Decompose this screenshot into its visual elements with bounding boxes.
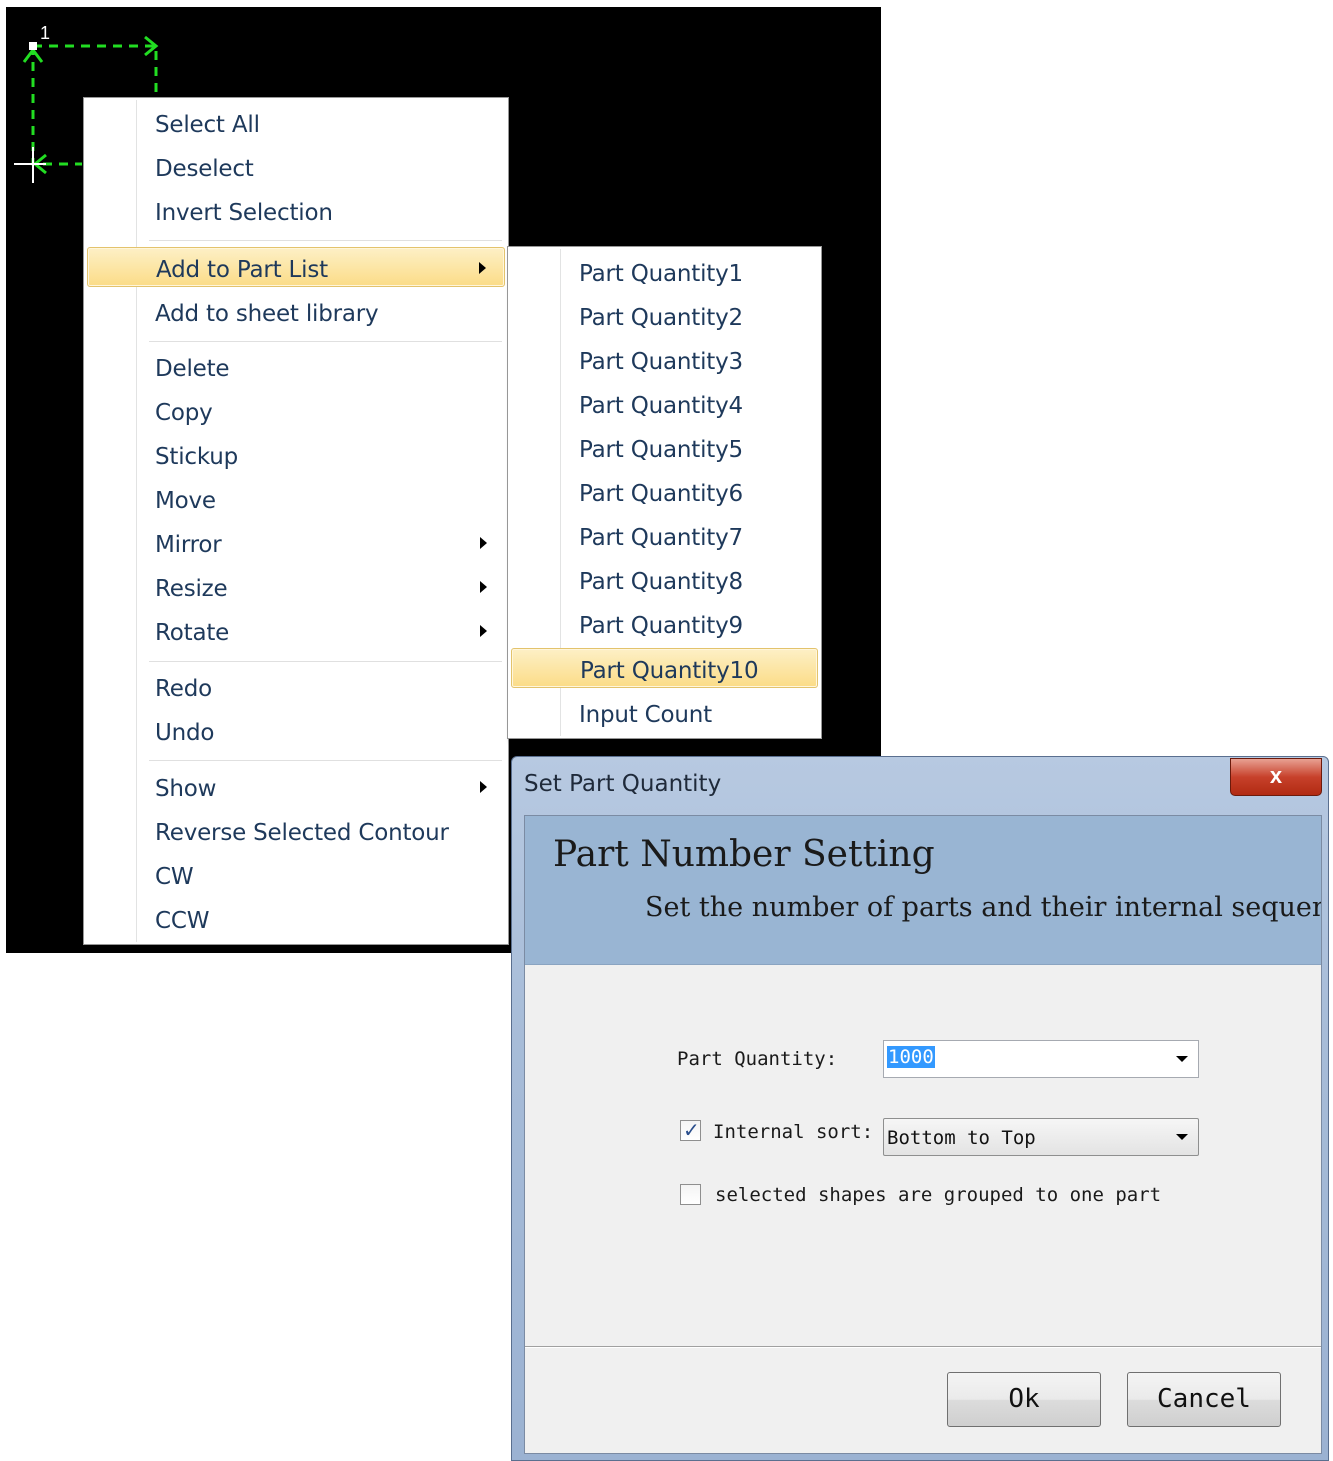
menu-item-deselect[interactable]: Deselect — [87, 147, 505, 187]
context-menu: Select All Deselect Invert Selection Add to… — [83, 97, 509, 945]
part-list-submenu: Part Quantity1 Part Quantity2 Part Quantit… — [507, 246, 822, 739]
menu-item-cw[interactable]: CW — [87, 855, 505, 895]
menu-item-label: Part Quantity1 — [579, 261, 743, 287]
menu-item-copy[interactable]: Copy — [87, 391, 505, 431]
menu-item-rotate[interactable]: Rotate — [87, 611, 505, 651]
menu-item-select-all[interactable]: Select All — [87, 103, 505, 143]
menu-item-label: Part Quantity7 — [579, 525, 743, 551]
internal-sort-label: Internal sort: — [713, 1121, 874, 1143]
header-title: Part Number Setting — [553, 834, 935, 875]
menu-item-label: Part Quantity4 — [579, 393, 743, 419]
menu-item-label: Part Quantity10 — [580, 658, 759, 684]
menu-separator — [149, 760, 502, 762]
dialog-header: Part Number Setting Set the number of pa… — [525, 816, 1321, 965]
header-subtitle: Set the number of parts and their intern… — [645, 892, 1322, 923]
menu-item-delete[interactable]: Delete — [87, 347, 505, 387]
menu-item-label: Select All — [155, 112, 260, 138]
menu-item-mirror[interactable]: Mirror — [87, 523, 505, 563]
menu-item-add-to-sheet-library[interactable]: Add to sheet library — [87, 292, 505, 332]
part-quantity-value: 1000 — [887, 1046, 935, 1068]
part-quantity-label: Part Quantity: — [677, 1048, 838, 1070]
menu-item-ccw[interactable]: CCW — [87, 899, 505, 939]
menu-item-label: Part Quantity2 — [579, 305, 743, 331]
menu-item-label: Delete — [155, 356, 230, 382]
menu-item-label: Resize — [155, 576, 228, 602]
menu-item-label: Redo — [155, 676, 212, 702]
part-quantity-combo[interactable]: 1000 — [883, 1040, 1199, 1078]
menu-item-part-quantity7[interactable]: Part Quantity7 — [511, 516, 818, 556]
menu-item-label: Add to Part List — [156, 257, 328, 283]
dialog-title: Set Part Quantity — [524, 771, 722, 797]
menu-item-add-to-part-list[interactable]: Add to Part List — [87, 247, 505, 287]
menu-item-label: Undo — [155, 720, 215, 746]
menu-item-label: Part Quantity9 — [579, 613, 743, 639]
chevron-right-icon — [480, 625, 487, 637]
chevron-right-icon — [480, 537, 487, 549]
cancel-button[interactable]: Cancel — [1127, 1372, 1281, 1427]
menu-separator — [149, 661, 502, 663]
menu-item-label: Mirror — [155, 532, 222, 558]
grouped-shapes-checkbox[interactable] — [680, 1184, 701, 1205]
footer-divider — [525, 1346, 1321, 1348]
menu-item-show[interactable]: Show — [87, 767, 505, 807]
chevron-right-icon — [480, 581, 487, 593]
menu-item-part-quantity1[interactable]: Part Quantity1 — [511, 252, 818, 292]
menu-item-label: Part Quantity5 — [579, 437, 743, 463]
chevron-down-icon[interactable] — [1176, 1134, 1188, 1140]
ok-button-label: Ok — [1008, 1384, 1040, 1414]
menu-item-label: Move — [155, 488, 216, 514]
menu-item-redo[interactable]: Redo — [87, 667, 505, 707]
menu-item-undo[interactable]: Undo — [87, 711, 505, 751]
menu-item-part-quantity3[interactable]: Part Quantity3 — [511, 340, 818, 380]
internal-sort-checkbox[interactable]: ✓ — [680, 1120, 701, 1142]
menu-item-part-quantity6[interactable]: Part Quantity6 — [511, 472, 818, 512]
menu-item-part-quantity10[interactable]: Part Quantity10 — [511, 648, 818, 688]
grouped-shapes-label: selected shapes are grouped to one part — [715, 1184, 1162, 1206]
menu-item-move[interactable]: Move — [87, 479, 505, 519]
menu-item-label: Add to sheet library — [155, 301, 379, 327]
menu-item-label: Part Quantity3 — [579, 349, 743, 375]
menu-item-label: Rotate — [155, 620, 230, 646]
point-number-label: 1 — [40, 23, 51, 43]
close-button[interactable]: x — [1230, 758, 1322, 796]
checkmark-icon: ✓ — [683, 1120, 700, 1142]
menu-item-invert-selection[interactable]: Invert Selection — [87, 191, 505, 231]
menu-item-part-quantity2[interactable]: Part Quantity2 — [511, 296, 818, 336]
internal-sort-value: Bottom to Top — [887, 1127, 1036, 1149]
menu-item-input-count[interactable]: Input Count — [511, 693, 818, 733]
menu-separator — [149, 341, 502, 343]
ok-button[interactable]: Ok — [947, 1372, 1101, 1427]
dialog-client-area: Part Number Setting Set the number of pa… — [524, 815, 1322, 1454]
menu-item-label: Part Quantity6 — [579, 481, 743, 507]
internal-sort-select[interactable]: Bottom to Top — [883, 1118, 1199, 1156]
chevron-right-icon — [479, 262, 486, 274]
chevron-right-icon — [480, 781, 487, 793]
menu-item-part-quantity9[interactable]: Part Quantity9 — [511, 604, 818, 644]
menu-item-label: Invert Selection — [155, 200, 333, 226]
cancel-button-label: Cancel — [1157, 1384, 1251, 1414]
menu-item-part-quantity4[interactable]: Part Quantity4 — [511, 384, 818, 424]
menu-item-stickup[interactable]: Stickup — [87, 435, 505, 475]
start-point-marker — [29, 42, 37, 50]
menu-item-label: CW — [155, 864, 194, 890]
menu-item-label: Deselect — [155, 156, 254, 182]
menu-separator — [149, 240, 502, 242]
menu-item-part-quantity5[interactable]: Part Quantity5 — [511, 428, 818, 468]
menu-item-label: Stickup — [155, 444, 239, 470]
chevron-down-icon[interactable] — [1176, 1056, 1188, 1062]
menu-item-label: Input Count — [579, 702, 712, 728]
menu-item-resize[interactable]: Resize — [87, 567, 505, 607]
menu-item-reverse-selected-contour[interactable]: Reverse Selected Contour — [87, 811, 505, 851]
close-icon: x — [1269, 763, 1283, 788]
menu-item-label: CCW — [155, 908, 210, 934]
menu-item-label: Show — [155, 776, 217, 802]
menu-item-label: Copy — [155, 400, 213, 426]
menu-item-label: Reverse Selected Contour — [155, 820, 449, 846]
set-part-quantity-dialog: Set Part Quantity x Part Number Setting … — [511, 756, 1329, 1461]
menu-item-label: Part Quantity8 — [579, 569, 743, 595]
menu-item-part-quantity8[interactable]: Part Quantity8 — [511, 560, 818, 600]
